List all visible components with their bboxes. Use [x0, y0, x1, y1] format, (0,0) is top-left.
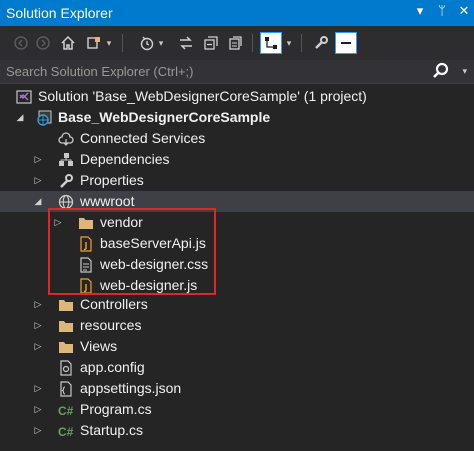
folder-icon [58, 339, 74, 355]
collapsed-arrow-icon[interactable]: ▷ [32, 294, 44, 315]
tree-item-label: app.config [80, 359, 145, 375]
search-icon[interactable] [432, 62, 450, 80]
home-icon[interactable] [57, 32, 79, 54]
back-icon[interactable] [10, 32, 32, 54]
tree-item-solution[interactable]: Solution 'Base_WebDesignerCoreSample' (1… [0, 86, 474, 107]
tree-item-project[interactable]: ◢ Base_WebDesignerCoreSample [0, 107, 474, 128]
search-bar[interactable]: Search Solution Explorer (Ctrl+;) ▾ [0, 60, 474, 84]
tree-item[interactable]: ▷ C# Startup.cs [0, 420, 474, 441]
toolbar: ▾ ▾ ▾ [0, 26, 474, 61]
svg-text:C#: C# [58, 425, 74, 439]
switch-views-caret-icon[interactable]: ▾ [104, 32, 114, 54]
tree-item-label: appsettings.json [80, 380, 182, 396]
panel-titlebar: Solution Explorer ▾ ᛘ ✕ [0, 0, 474, 26]
toolbar-separator [122, 34, 123, 52]
tree-item[interactable]: ▷ C# Program.cs [0, 399, 474, 420]
sync-icon[interactable] [175, 32, 197, 54]
highlight-annotation-box [48, 208, 216, 295]
tree-item[interactable]: ▷ Properties [0, 170, 474, 191]
search-options-caret-icon[interactable]: ▾ [462, 66, 467, 77]
connected-services-icon [58, 131, 74, 147]
collapsed-arrow-icon[interactable]: ▷ [32, 336, 44, 357]
csharp-file-icon: C# [58, 402, 78, 418]
tree-item[interactable]: ▷ Controllers [0, 294, 474, 315]
collapsed-arrow-icon[interactable]: ▷ [32, 378, 44, 399]
preview-caret-icon[interactable]: ▾ [284, 32, 294, 54]
panel-title: Solution Explorer [6, 5, 113, 21]
tree-item-label: Solution 'Base_WebDesignerCoreSample' (1… [38, 88, 367, 104]
tree-item[interactable]: Connected Services [0, 128, 474, 149]
dropdown-icon[interactable]: ▾ [414, 3, 426, 19]
web-project-icon [36, 110, 52, 126]
pending-changes-caret-icon[interactable]: ▾ [156, 32, 166, 54]
tree-item-label: Startup.cs [80, 422, 144, 438]
collapse-all-icon[interactable] [200, 32, 222, 54]
collapsed-arrow-icon[interactable]: ▷ [32, 149, 44, 170]
tree-item-label: Base_WebDesignerCoreSample [58, 109, 271, 125]
tree-item-label: Controllers [80, 296, 148, 312]
folder-icon [58, 297, 74, 313]
switch-views-icon[interactable] [83, 32, 105, 54]
pin-icon[interactable]: ᛘ [436, 3, 448, 19]
config-file-icon [58, 360, 74, 376]
show-all-files-icon[interactable] [224, 32, 246, 54]
dependencies-icon [58, 152, 74, 168]
wrench-icon [58, 173, 74, 189]
tree-item-label: resources [80, 317, 142, 333]
tree-item[interactable]: ▷ Views [0, 336, 474, 357]
tree-item-label: Dependencies [80, 151, 170, 167]
collapsed-arrow-icon[interactable]: ▷ [32, 399, 44, 420]
properties-icon[interactable] [310, 32, 332, 54]
close-icon[interactable]: ✕ [458, 3, 470, 19]
tree-item-label: Views [80, 338, 118, 354]
collapsed-arrow-icon[interactable]: ▷ [32, 315, 44, 336]
expanded-arrow-icon[interactable]: ◢ [14, 107, 26, 128]
collapsed-arrow-icon[interactable]: ▷ [32, 420, 44, 441]
tree-item-label: Properties [80, 172, 144, 188]
tree-item[interactable]: ▷ Dependencies [0, 149, 474, 170]
pending-changes-icon[interactable] [136, 32, 158, 54]
collapsed-arrow-icon[interactable]: ▷ [32, 170, 44, 191]
minus-icon[interactable] [335, 32, 357, 54]
folder-icon [58, 318, 74, 334]
svg-text:C#: C# [58, 404, 74, 418]
preview-icon[interactable] [260, 32, 282, 54]
csharp-file-icon: C# [58, 423, 78, 439]
toolbar-separator [301, 34, 302, 52]
json-file-icon [58, 381, 74, 397]
search-input[interactable]: Search Solution Explorer (Ctrl+;) [6, 64, 194, 79]
toolbar-separator [252, 34, 253, 52]
tree-item[interactable]: ▷ resources [0, 315, 474, 336]
tree-item[interactable]: app.config [0, 357, 474, 378]
forward-icon[interactable] [32, 32, 54, 54]
tree-item-label: Connected Services [80, 130, 206, 146]
tree-item[interactable]: ▷ appsettings.json [0, 378, 474, 399]
expanded-arrow-icon[interactable]: ◢ [32, 191, 44, 212]
tree-item-label: Program.cs [80, 401, 152, 417]
solution-icon [16, 89, 32, 105]
